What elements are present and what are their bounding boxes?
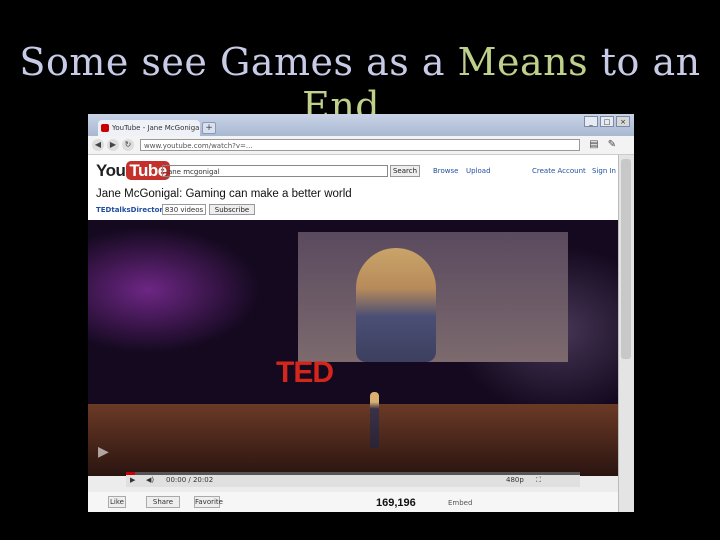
title-part: Some see <box>19 40 220 84</box>
time-display: 00:00 / 20:02 <box>166 476 214 484</box>
logo-you: You <box>96 161 126 180</box>
youtube-logo[interactable]: You Tube <box>96 161 170 181</box>
player-controls: ▶ ◀) 00:00 / 20:02 480p ⛶ <box>126 472 580 487</box>
window-controls: _ □ × <box>584 116 630 127</box>
scrollbar-thumb[interactable] <box>621 159 631 359</box>
fullscreen-icon[interactable]: ⛶ <box>536 476 541 485</box>
play-icon[interactable]: ▶ <box>98 444 109 460</box>
new-tab-button[interactable]: + <box>202 122 216 134</box>
stage-floor <box>88 404 618 476</box>
browser-toolbar: ◀ ▶ ↻ www.youtube.com/watch?v=... ▤ ✎ <box>88 136 634 155</box>
nav-create-account[interactable]: Create Account <box>532 167 586 175</box>
title-part-highlight: M <box>457 40 498 84</box>
channel-link[interactable]: TEDtalksDirector <box>96 206 163 214</box>
embed-label[interactable]: Embed <box>448 499 472 507</box>
quality-selector[interactable]: 480p <box>506 476 524 484</box>
favorite-button[interactable]: Favorite <box>194 496 223 508</box>
progress-bar[interactable] <box>126 472 580 475</box>
minimize-button[interactable]: _ <box>584 116 598 127</box>
ted-stage-logo: TED <box>276 356 334 389</box>
close-button[interactable]: × <box>616 116 630 127</box>
subscribe-button[interactable]: Subscribe <box>209 204 255 215</box>
browser-titlebar: YouTube - Jane McGonigal... + _ □ × <box>88 114 634 136</box>
video-actions: Like Share Favorite 169,196 Embed <box>88 492 618 512</box>
tab-title: YouTube - Jane McGonigal... <box>112 124 200 132</box>
scrollbar[interactable] <box>618 155 634 512</box>
view-count: 169,196 <box>376 497 416 509</box>
title-part-highlight: eans <box>497 40 589 84</box>
wrench-icon[interactable]: ✎ <box>606 139 618 151</box>
back-icon[interactable]: ◀ <box>92 139 104 151</box>
youtube-header: You Tube jane mcgonigal Search Browse Upl… <box>88 155 618 220</box>
search-button[interactable]: Search <box>390 165 420 177</box>
speaker-on-screen <box>356 248 436 362</box>
address-bar[interactable]: www.youtube.com/watch?v=... <box>140 139 580 151</box>
title-part: to an <box>588 40 701 84</box>
share-button[interactable]: Share <box>146 496 180 508</box>
title-part: G <box>220 40 251 84</box>
youtube-favicon-icon <box>101 124 109 132</box>
like-button[interactable]: Like <box>108 496 126 508</box>
forward-icon[interactable]: ▶ <box>107 139 119 151</box>
nav-sign-in[interactable]: Sign In <box>592 167 616 175</box>
play-button-icon[interactable]: ▶ <box>130 476 135 484</box>
browser-tab[interactable]: YouTube - Jane McGonigal... <box>98 120 200 136</box>
page-icon[interactable]: ▤ <box>588 139 600 151</box>
nav-browse[interactable]: Browse <box>433 167 459 175</box>
reload-icon[interactable]: ↻ <box>122 139 134 151</box>
title-part: ames as a <box>250 40 458 84</box>
video-count-button[interactable]: 830 videos <box>162 204 206 215</box>
maximize-button[interactable]: □ <box>600 116 614 127</box>
browser-screenshot: YouTube - Jane McGonigal... + _ □ × ◀ ▶ … <box>88 114 634 512</box>
nav-upload[interactable]: Upload <box>466 167 491 175</box>
video-player[interactable]: TED ▶ <box>88 220 618 476</box>
volume-icon[interactable]: ◀) <box>146 476 154 484</box>
speaker-figure <box>370 392 379 448</box>
search-input[interactable]: jane mcgonigal <box>162 165 388 177</box>
video-title: Jane McGonigal: Gaming can make a better… <box>96 188 352 200</box>
